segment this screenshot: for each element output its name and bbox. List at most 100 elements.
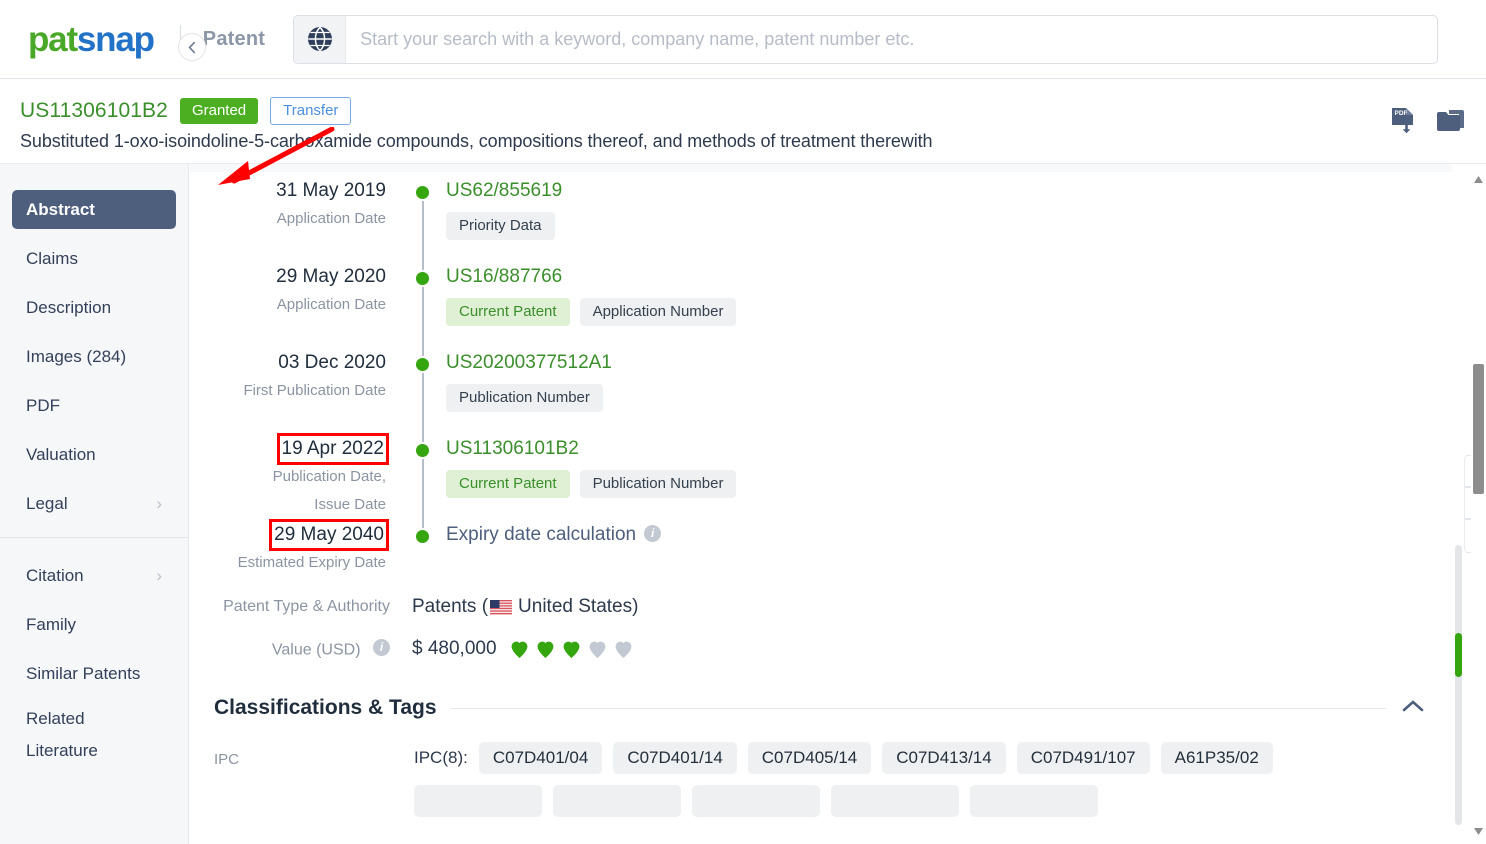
folder-icon[interactable]	[1436, 108, 1466, 139]
sidebar-secondary-group: Citation › Family Similar Patents	[0, 556, 188, 693]
patent-value-row: Value (USD) i $ 480,000	[190, 628, 1452, 670]
sidebar-item-label: PDF	[26, 395, 60, 415]
main-content-panel: 31 May 2019 Application Date US62/855619 Pr…	[190, 164, 1452, 844]
timeline-dot	[415, 272, 429, 285]
sidebar-collapse-button[interactable]	[178, 33, 206, 61]
sidebar-item-related-literature[interactable]: Related Literature	[12, 703, 176, 767]
classification-tag[interactable]: C07D491/107	[1016, 742, 1150, 774]
timeline-dot	[415, 186, 429, 199]
classification-prefix: IPC(8):	[414, 748, 468, 767]
timeline-tag-list: Publication Number	[446, 384, 1452, 412]
classification-tag[interactable]: C07D401/14	[613, 742, 737, 774]
timeline-detail-cell: US62/855619 Priority Data	[440, 178, 1452, 240]
scrollbar-thumb[interactable]	[1473, 364, 1484, 494]
timeline-tag: Current Patent	[446, 298, 570, 326]
classification-tag-row: IPC(8): C07D401/04 C07D401/14 C07D405/14 C07…	[414, 742, 1426, 774]
classification-tag[interactable]	[831, 785, 959, 817]
timeline-row: 29 May 2020 Application Date US16/887766 Cu…	[190, 264, 1452, 350]
sidebar-item-legal[interactable]: Legal ›	[12, 484, 176, 523]
classification-tag[interactable]: C07D405/14	[747, 742, 872, 774]
timeline-tag-list: Current Patent Application Number	[446, 298, 1452, 326]
value-rating-gems	[511, 641, 632, 658]
sidebar-item-claims[interactable]: Claims	[12, 239, 176, 278]
timeline-date-cell: 31 May 2019 Application Date	[190, 178, 404, 232]
sidebar-item-label: Abstract	[26, 199, 95, 219]
vertical-scrollbar[interactable]	[1471, 164, 1486, 844]
patent-value-label-text: Value (USD)	[271, 641, 361, 659]
globe-icon[interactable]	[294, 15, 347, 63]
classifications-collapse-button[interactable]	[1400, 698, 1426, 719]
global-search-bar[interactable]	[293, 14, 1439, 64]
timeline-date-cell: 03 Dec 2020 First Publication Date	[190, 350, 404, 404]
classification-tag[interactable]: C07D401/04	[478, 742, 603, 774]
transfer-button[interactable]: Transfer	[270, 97, 352, 125]
timeline-document-number[interactable]: US16/887766	[446, 264, 1452, 290]
sidebar-item-label: Claims	[26, 248, 78, 268]
timeline-tag: Publication Number	[579, 470, 737, 498]
status-badge: Granted	[179, 98, 259, 124]
sidebar-item-label-line2: Literature	[26, 741, 98, 760]
timeline-dot-cell	[404, 436, 440, 457]
sidebar-item-valuation[interactable]: Valuation	[12, 435, 176, 474]
classification-rows: IPC IPC(8): C07D401/04 C07D401/14 C07D405/14…	[214, 742, 1426, 817]
timeline-date: 31 May 2019	[276, 180, 386, 201]
sidebar-item-family[interactable]: Family	[12, 605, 176, 644]
classification-tag-row-overflow	[414, 785, 1426, 817]
sidebar-item-label: Images (284)	[26, 346, 127, 366]
timeline-date: 29 May 2020	[276, 266, 386, 287]
sidebar-item-images-284[interactable]: Images (284)	[12, 337, 176, 376]
classification-tag[interactable]	[692, 785, 820, 817]
logo-text-pat: pat	[28, 19, 78, 59]
info-icon[interactable]: i	[373, 638, 390, 656]
chevron-left-icon	[187, 41, 195, 53]
patent-value-label: Value (USD) i	[198, 638, 412, 660]
triangle-up-icon	[1474, 175, 1483, 183]
sidebar-item-abstract[interactable]: Abstract	[12, 190, 176, 229]
gem-icon-filled	[537, 641, 553, 658]
classification-tag[interactable]: A61P35/02	[1160, 742, 1273, 774]
patent-type-row: Patent Type & Authority Patents ( United…	[190, 586, 1452, 628]
timeline-tag: Application Number	[579, 298, 737, 326]
global-header: pat snap Patent	[0, 0, 1486, 79]
timeline-row: 31 May 2019 Application Date US62/855619 Pr…	[190, 178, 1452, 264]
triangle-down-icon	[1474, 827, 1483, 835]
patent-type-label: Patent Type & Authority	[223, 598, 390, 615]
timeline-detail-cell: US20200377512A1 Publication Number	[440, 350, 1452, 412]
timeline-document-number[interactable]: US62/855619	[446, 178, 1452, 204]
classifications-header: Classifications & Tags	[214, 696, 1426, 720]
pdf-download-icon[interactable]: PDF	[1390, 107, 1416, 140]
inner-scrollbar-thumb[interactable]	[1455, 633, 1462, 677]
sidebar-item-citation[interactable]: Citation ›	[12, 556, 176, 595]
timeline-date: 03 Dec 2020	[278, 352, 386, 373]
patsnap-patent-detail-page: patsnap Patent US11306101B2 Granted Tran…	[0, 0, 1486, 844]
info-icon[interactable]: i	[644, 524, 662, 542]
classifications-rule	[450, 707, 1386, 709]
sidebar-item-label: Citation	[26, 565, 84, 585]
scrollbar-arrow-down[interactable]	[1473, 826, 1484, 836]
patsnap-logo[interactable]: pat snap	[28, 19, 155, 59]
search-input[interactable]	[346, 15, 1438, 63]
classification-tag[interactable]	[970, 785, 1098, 817]
timeline-date-label: First Publication Date	[243, 382, 386, 399]
us-flag-icon	[490, 599, 513, 615]
patent-publication-number[interactable]: US11306101B2	[20, 99, 168, 123]
timeline-tag: Priority Data	[446, 212, 555, 240]
inner-vertical-scrollbar[interactable]	[1455, 545, 1462, 825]
timeline-date-cell: 19 Apr 2022 Publication Date, Issue Date	[190, 433, 404, 518]
timeline-document-number[interactable]: US11306101B2	[446, 436, 1452, 462]
classification-tag[interactable]	[414, 785, 542, 817]
classification-tag[interactable]	[553, 785, 681, 817]
timeline-row: 29 May 2040 Estimated Expiry Date Expiry d…	[190, 519, 1452, 586]
sidebar-item-label: Family	[26, 614, 77, 634]
timeline-date-label: Application Date	[276, 210, 386, 227]
sidebar-item-similar-patents[interactable]: Similar Patents	[12, 654, 176, 693]
sidebar-item-label: Valuation	[26, 444, 96, 464]
timeline-document-number[interactable]: US20200377512A1	[446, 350, 1452, 376]
sidebar-item-pdf[interactable]: PDF	[12, 386, 176, 425]
scrollbar-arrow-up[interactable]	[1473, 174, 1484, 184]
classification-tag[interactable]: C07D413/14	[882, 742, 1006, 774]
timeline-row: 03 Dec 2020 First Publication Date US20200…	[190, 350, 1452, 436]
logo-text-snap: snap	[76, 19, 155, 59]
timeline-date-label: Application Date	[276, 296, 386, 313]
sidebar-item-description[interactable]: Description	[12, 288, 176, 327]
